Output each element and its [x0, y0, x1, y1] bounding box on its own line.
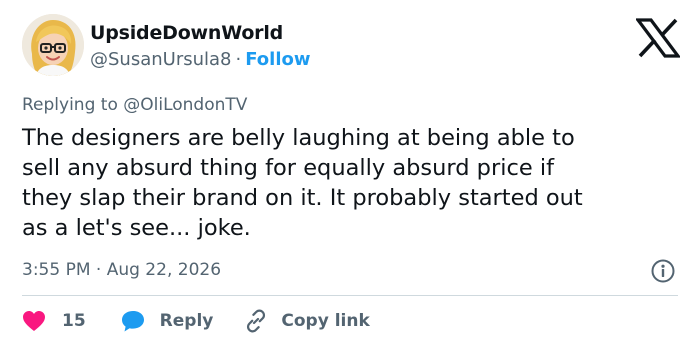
- speech-bubble-icon: [121, 311, 144, 332]
- copy-link-label: Copy link: [281, 311, 370, 331]
- action-bar: 15 Reply Copy link: [22, 306, 370, 336]
- author-handle-row: @SusanUrsula8 · Follow: [90, 48, 311, 72]
- tweet-timestamp[interactable]: 3:55 PM · Aug 22, 2026: [22, 258, 221, 282]
- replying-prefix: Replying to: [22, 95, 118, 115]
- follow-button[interactable]: Follow: [245, 49, 310, 70]
- x-logo-icon[interactable]: [634, 18, 682, 58]
- divider: [22, 295, 678, 296]
- tweet-body-line: sell any absurd thing for equally absurd…: [22, 155, 555, 181]
- author-display-name[interactable]: UpsideDownWorld: [90, 21, 283, 45]
- tweet-card: UpsideDownWorld @SusanUrsula8 · Follow Rep…: [0, 0, 700, 348]
- author-handle[interactable]: @SusanUrsula8: [90, 49, 232, 70]
- reply-context: Replying to @OliLondonTV: [22, 93, 247, 117]
- copy-link-button[interactable]: Copy link: [243, 308, 370, 334]
- reply-button[interactable]: Reply: [120, 309, 214, 333]
- reply-mention-link[interactable]: @OliLondonTV: [123, 95, 247, 115]
- tweet-body-line: they slap their brand on it. It probably…: [22, 185, 583, 211]
- reply-label: Reply: [159, 311, 214, 331]
- separator-dot: ·: [235, 49, 242, 70]
- tweet-body: The designers are belly laughing at bein…: [22, 123, 692, 243]
- tweet-body-line: as a let's see... joke.: [22, 215, 251, 241]
- like-button[interactable]: 15: [22, 309, 86, 333]
- avatar-cartoon-icon: [22, 14, 84, 76]
- like-count: 15: [62, 311, 86, 331]
- link-icon: [247, 309, 266, 333]
- heart-icon: [23, 311, 45, 331]
- avatar[interactable]: [22, 14, 84, 76]
- tweet-body-line: The designers are belly laughing at bein…: [22, 125, 575, 151]
- info-icon[interactable]: [650, 258, 676, 284]
